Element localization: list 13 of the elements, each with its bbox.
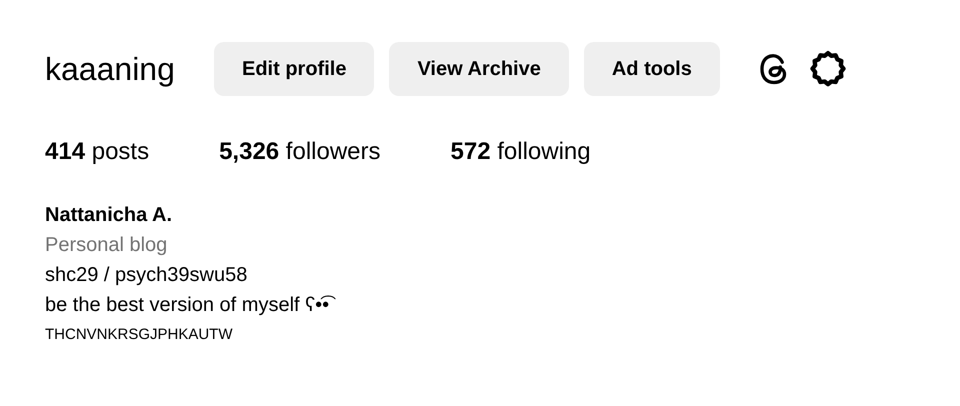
settings-icon[interactable] xyxy=(808,49,848,89)
profile-button[interactable]: Ad tools xyxy=(584,42,720,96)
profile-tag: THCNVNKRSGJPHKAUTW xyxy=(45,322,960,348)
bio-line: shc29 / psych39swu58 xyxy=(45,263,248,288)
bio-line: be the best version of myself ʕ•͡• xyxy=(45,290,960,320)
stat-link[interactable]: 414 posts xyxy=(45,134,150,170)
stat-link[interactable]: 572 following xyxy=(450,134,591,170)
stat-link[interactable]: 5,326 followers xyxy=(219,134,381,170)
category-label: Personal blog xyxy=(45,233,168,258)
full-name: Nattanicha A. xyxy=(45,203,174,228)
username: kaaaning xyxy=(45,50,176,89)
profile-button[interactable]: Edit profile xyxy=(214,42,374,96)
profile-button[interactable]: View Archive xyxy=(389,42,569,96)
